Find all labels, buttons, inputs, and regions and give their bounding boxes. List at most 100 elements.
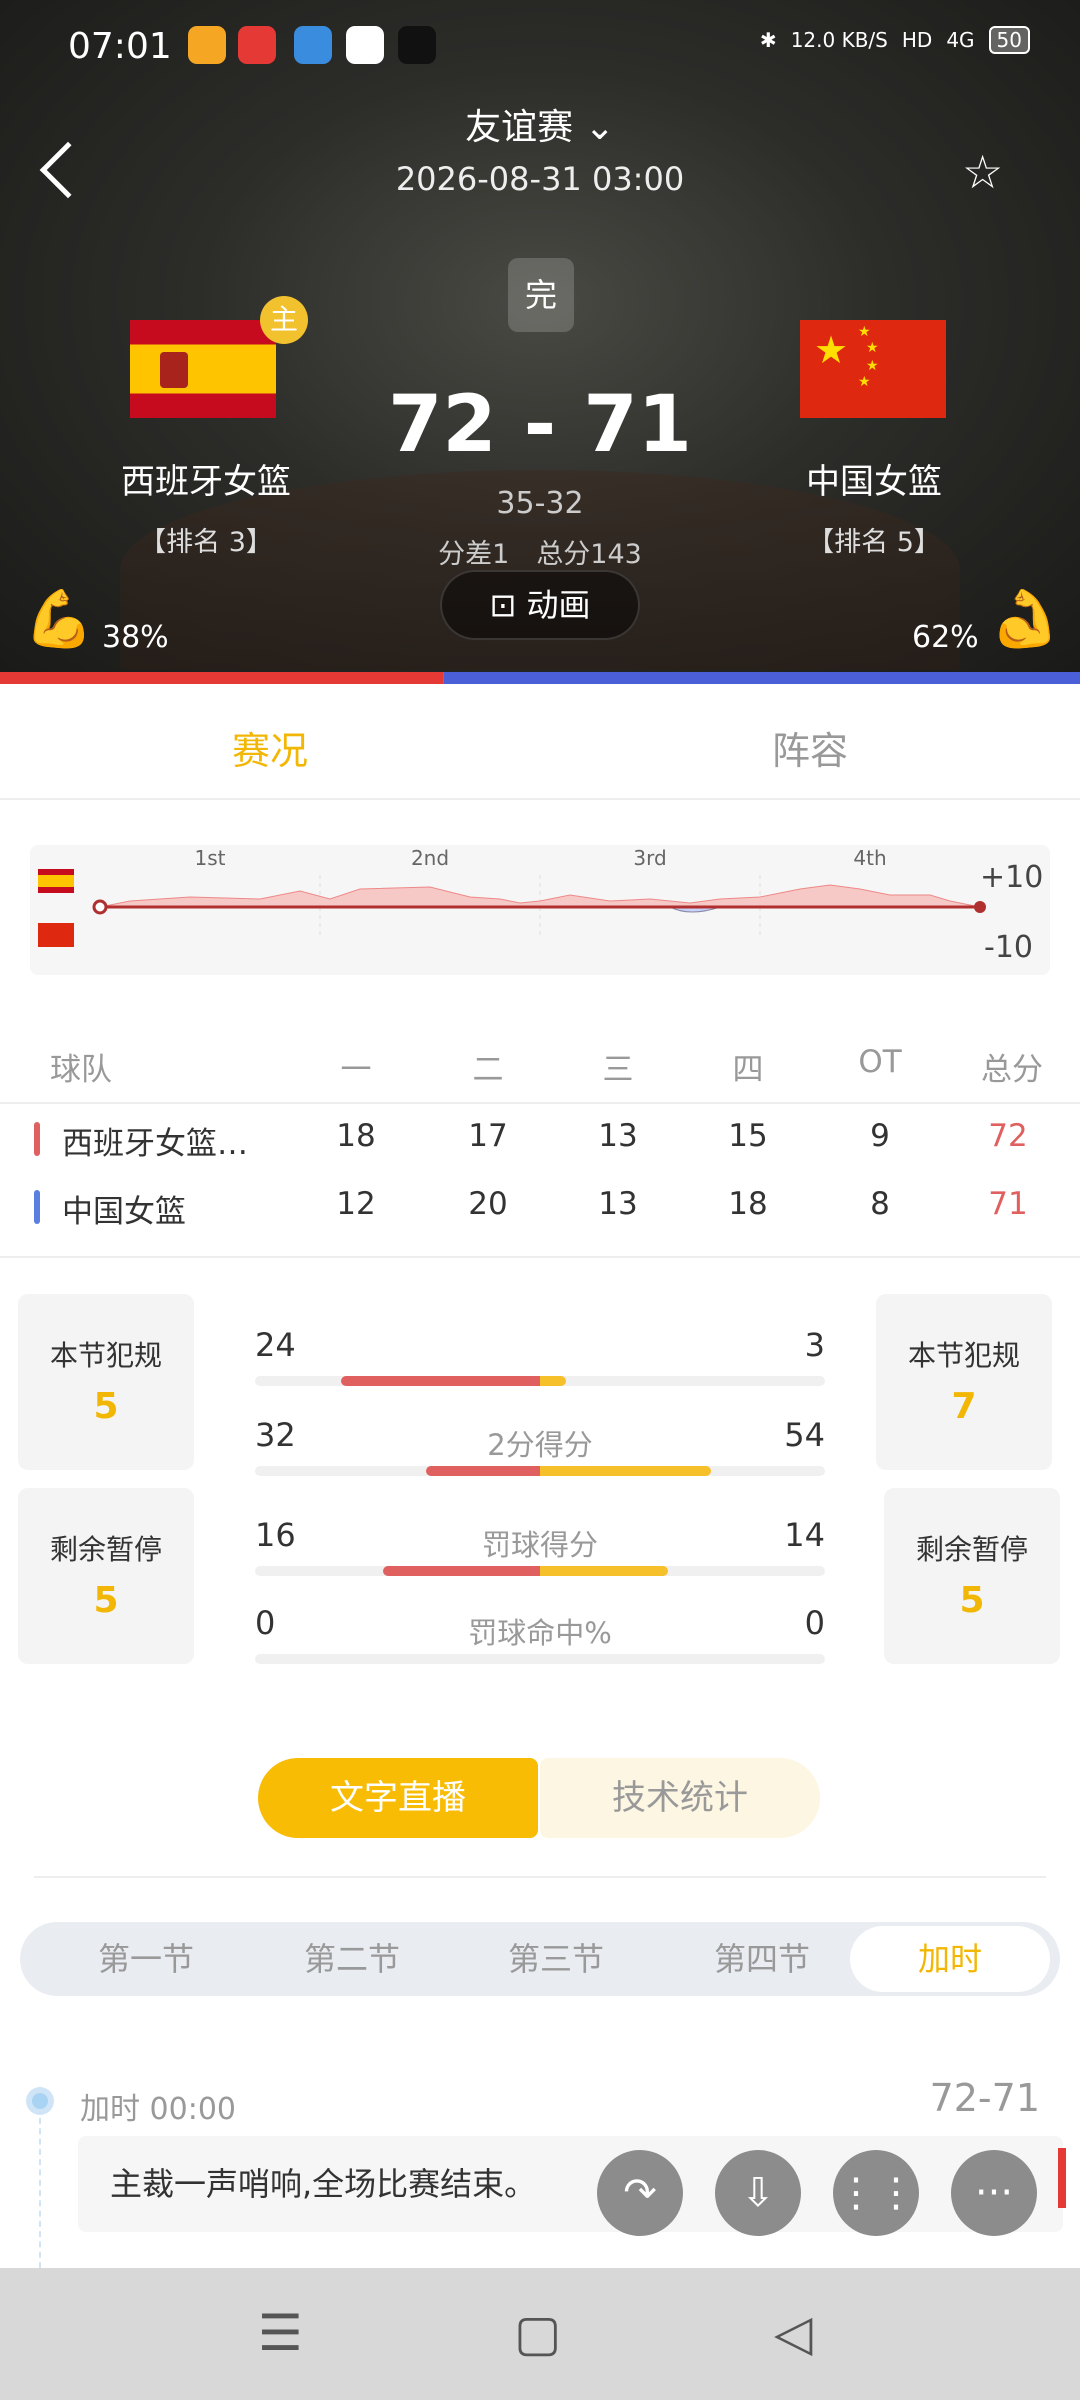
stat-row: 32 2分得分 54	[255, 1416, 825, 1506]
battery-icon: 50	[988, 26, 1030, 54]
stat-away-value: 3	[804, 1326, 825, 1364]
header-team: 球队	[50, 1052, 112, 1088]
quarter-score-table: 球队 一 二 三 四 OT 总分 西班牙女篮… 18 17 13 15 9 72…	[0, 1030, 1080, 1240]
stat-track	[255, 1654, 825, 1664]
muscle-icon-away: 💪	[990, 587, 1060, 652]
support-home-segment	[0, 672, 444, 684]
quarter-label-1: 1st	[195, 846, 226, 870]
weibo-icon	[188, 26, 226, 64]
stat-home-bar	[340, 1376, 540, 1386]
camera-icon: ⊡	[489, 586, 517, 624]
table-row: 西班牙女篮… 18 17 13 15 9 72	[0, 1104, 1080, 1172]
tab-period-4[interactable]: 第四节	[662, 1922, 862, 1996]
status-time: 07:01	[68, 26, 172, 67]
stat-away-value: 14	[784, 1516, 825, 1554]
stat-label: 罚球得分	[481, 1528, 598, 1562]
cell-q3: 13	[598, 1186, 638, 1222]
cell-q2: 17	[468, 1118, 508, 1154]
cell-total: 71	[988, 1186, 1028, 1222]
timeouts-label: 剩余暂停	[915, 1533, 1028, 1566]
score-trend-chart: 1st 2nd 3rd 4th +10 -10	[30, 845, 1050, 975]
tech-stats-button[interactable]: 技术统计	[540, 1758, 820, 1838]
home-color-marker	[34, 1122, 40, 1156]
chevron-down-icon: ⌄	[584, 107, 615, 148]
signal-icon: 4G	[946, 28, 975, 52]
tab-period-2[interactable]: 第二节	[252, 1922, 452, 1996]
trend-home-flag-band	[38, 875, 74, 887]
status-bar: 07:01 ✱ 12.0 KB/S HD 4G 50	[0, 22, 1080, 72]
home-lead-area	[99, 884, 981, 908]
stat-row: 0 罚球命中% 0	[255, 1604, 825, 1694]
live-text-button[interactable]: 文字直播	[258, 1758, 538, 1838]
match-status-badge: 完	[508, 258, 574, 332]
menu-nav-icon[interactable]: ☰	[258, 2304, 303, 2362]
tab-lineup[interactable]: 阵容	[540, 720, 1080, 775]
away-fouls-box: 本节犯规 7	[876, 1294, 1052, 1470]
stat-away-bar	[540, 1376, 566, 1386]
fouls-label: 本节犯规	[49, 1339, 162, 1372]
muscle-icon-home: 💪	[24, 587, 94, 652]
table-row: 中国女篮 12 20 13 18 8 71	[0, 1172, 1080, 1240]
trend-start-point	[92, 899, 108, 915]
download-icon[interactable]: ⇩	[715, 2150, 801, 2236]
share-icon[interactable]: ↷	[597, 2150, 683, 2236]
header-total: 总分	[981, 1052, 1043, 1088]
cell-ot: 8	[870, 1186, 890, 1222]
apps-grid-icon[interactable]: ⋮⋮	[833, 2150, 919, 2236]
trend-away-flag	[38, 923, 74, 947]
bluetooth-icon: ✱	[759, 28, 777, 52]
support-ratio-bar	[0, 672, 1080, 684]
tab-period-3[interactable]: 第三节	[456, 1922, 656, 1996]
score-diff-total: 分差1 总分143	[438, 539, 642, 570]
wechat-icon	[346, 26, 384, 64]
cell-q2: 20	[468, 1186, 508, 1222]
header-q1: 一	[340, 1052, 372, 1088]
timeline-dot-icon	[26, 2087, 54, 2115]
half-score: 35-32	[496, 486, 584, 521]
header-q3: 三	[602, 1052, 634, 1088]
stat-row: 16 罚球得分 14	[255, 1516, 825, 1606]
timeouts-label: 剩余暂停	[49, 1533, 162, 1566]
final-score: 72 - 71	[388, 380, 692, 470]
event-time: 加时 00:00	[80, 2092, 236, 2127]
animation-button[interactable]: ⊡ 动画	[440, 570, 640, 640]
home-fouls-value: 5	[93, 1386, 119, 1427]
app-icon	[294, 26, 332, 64]
tab-period-1[interactable]: 第一节	[46, 1922, 246, 1996]
side-marker	[1058, 2148, 1066, 2208]
cell-q3: 13	[598, 1118, 638, 1154]
favorite-star-icon[interactable]: ☆	[962, 145, 1003, 199]
stat-home-value: 24	[255, 1326, 296, 1364]
table-header: 球队 一 二 三 四 OT 总分	[0, 1030, 1080, 1098]
home-nav-icon[interactable]: ▢	[514, 2304, 561, 2362]
stat-away-value: 54	[784, 1416, 825, 1454]
row-team-name: 西班牙女篮…	[62, 1126, 248, 1162]
tab-overtime[interactable]: 加时	[850, 1926, 1050, 1992]
back-nav-icon[interactable]: ◁	[774, 2304, 812, 2362]
net-speed: 12.0 KB/S	[790, 28, 888, 52]
cell-ot: 9	[870, 1118, 890, 1154]
ymax-label: +10	[980, 860, 1043, 895]
trend-end-point	[974, 901, 986, 913]
toutiao-icon	[238, 26, 276, 64]
home-fouls-box: 本节犯规 5	[18, 1294, 194, 1470]
system-indicators: ✱ 12.0 KB/S HD 4G 50	[760, 26, 1030, 54]
period-tabs: 第一节 第二节 第三节 第四节 加时	[20, 1922, 1060, 1996]
more-icon[interactable]: ···	[951, 2150, 1037, 2236]
match-title[interactable]: 友谊赛 ⌄	[0, 98, 1080, 150]
stat-away-bar	[540, 1566, 669, 1576]
match-header: 07:01 ✱ 12.0 KB/S HD 4G 50 友谊赛 ⌄ 2026-08…	[0, 0, 1080, 672]
away-timeouts-box: 剩余暂停 5	[884, 1488, 1060, 1664]
header-q2: 二	[472, 1052, 504, 1088]
home-timeouts-box: 剩余暂停 5	[18, 1488, 194, 1664]
stat-row: 24 3	[255, 1326, 825, 1416]
ymin-label: -10	[984, 930, 1033, 965]
tiktok-icon	[398, 26, 436, 64]
tab-match-status[interactable]: 赛况	[0, 720, 540, 775]
cell-q4: 15	[728, 1118, 768, 1154]
home-support-pct: 38%	[102, 620, 169, 655]
main-tabs: 赛况 阵容	[0, 690, 1080, 800]
away-timeouts-value: 5	[959, 1580, 985, 1621]
header-q4: 四	[732, 1052, 764, 1088]
away-support-pct: 62%	[912, 620, 979, 655]
